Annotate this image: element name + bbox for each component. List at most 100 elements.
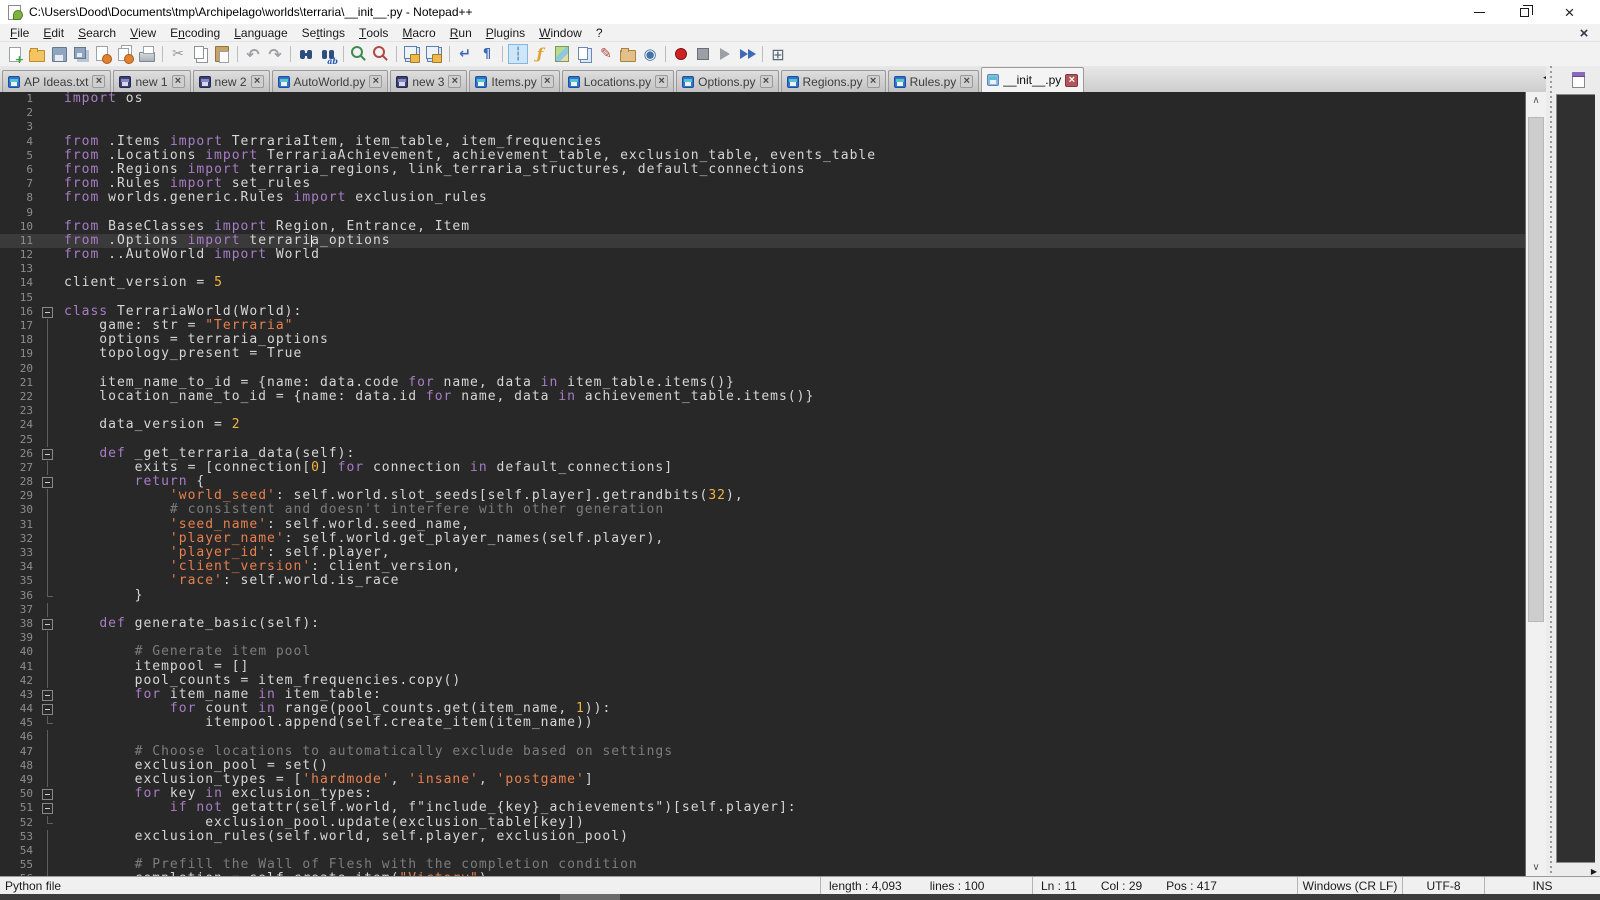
code-line-36[interactable]: 36 } (0, 589, 1525, 603)
code-line-26[interactable]: 26 def _get_terraria_data(self): (0, 447, 1525, 461)
tab-close-icon[interactable] (655, 75, 668, 88)
code-line-6[interactable]: 6from .Regions import terraria_regions, … (0, 163, 1525, 177)
find-icon[interactable] (296, 44, 316, 64)
minimize-button[interactable] (1457, 0, 1502, 24)
code-line-48[interactable]: 48 exclusion_pool = set() (0, 759, 1525, 773)
close-button[interactable] (1547, 0, 1592, 24)
tab-close-icon[interactable] (867, 75, 880, 88)
tab-locations-py[interactable]: Locations.py (562, 70, 674, 92)
code-line-44[interactable]: 44 for count in range(pool_counts.get(it… (0, 702, 1525, 716)
code-line-17[interactable]: 17 game: str = "Terraria" (0, 319, 1525, 333)
fold-marker-icon[interactable] (38, 617, 56, 631)
code-line-46[interactable]: 46 (0, 730, 1525, 744)
save-all-icon[interactable] (71, 44, 91, 64)
close-file-icon[interactable] (93, 44, 113, 64)
code-line-19[interactable]: 19 topology_present = True (0, 347, 1525, 361)
code-line-29[interactable]: 29 'world_seed': self.world.slot_seeds[s… (0, 489, 1525, 503)
scrollbar-thumb[interactable] (1528, 117, 1544, 622)
macro-stop-icon[interactable] (693, 44, 713, 64)
menu-item-tools[interactable]: Tools (352, 24, 395, 41)
tab-close-icon[interactable] (172, 75, 185, 88)
new-file-icon[interactable] (5, 44, 25, 64)
code-line-13[interactable]: 13 (0, 262, 1525, 276)
fold-marker-icon[interactable] (38, 702, 56, 716)
monitoring-icon[interactable] (640, 44, 660, 64)
fold-marker-icon[interactable] (38, 447, 56, 461)
tab-rules-py[interactable]: Rules.py (888, 70, 980, 92)
menu-item-settings[interactable]: Settings (295, 24, 352, 41)
scrollbar-track[interactable] (1526, 109, 1546, 859)
code-line-1[interactable]: 1import os (0, 92, 1525, 106)
show-indent-guide-icon[interactable] (508, 44, 528, 64)
tab-new-2[interactable]: new 2 (193, 70, 270, 92)
code-line-49[interactable]: 49 exclusion_types = ['hardmode', 'insan… (0, 773, 1525, 787)
code-line-32[interactable]: 32 'player_name': self.world.get_player_… (0, 532, 1525, 546)
undo-icon[interactable] (243, 44, 263, 64)
code-line-52[interactable]: 52 exclusion_pool.update(exclusion_table… (0, 816, 1525, 830)
code-line-38[interactable]: 38 def generate_basic(self): (0, 617, 1525, 631)
panel-splitter[interactable] (1546, 66, 1556, 876)
tab-close-icon[interactable] (251, 75, 264, 88)
tab-regions-py[interactable]: Regions.py (781, 70, 886, 92)
macro-record-icon[interactable] (671, 44, 691, 64)
code-line-7[interactable]: 7from .Rules import set_rules (0, 177, 1525, 191)
menu-item-help[interactable]: ? (589, 24, 610, 41)
code-line-12[interactable]: 12from ..AutoWorld import World (0, 248, 1525, 262)
fold-marker-icon[interactable] (38, 475, 56, 489)
menu-item-view[interactable]: View (123, 24, 163, 41)
tab-new-1[interactable]: new 1 (113, 70, 190, 92)
menu-item-search[interactable]: Search (71, 24, 123, 41)
document-map-body[interactable] (1556, 94, 1595, 863)
code-line-4[interactable]: 4from .Items import TerrariaItem, item_t… (0, 135, 1525, 149)
code-line-5[interactable]: 5from .Locations import TerrariaAchievem… (0, 149, 1525, 163)
close-all-icon[interactable] (115, 44, 135, 64)
code-line-20[interactable]: 20 (0, 362, 1525, 376)
menu-item-file[interactable]: File (3, 24, 36, 41)
code-line-3[interactable]: 3 (0, 120, 1525, 134)
zoom-in-icon[interactable] (349, 44, 369, 64)
tab-items-py[interactable]: Items.py (469, 70, 559, 92)
macro-run-multiple-icon[interactable] (737, 44, 757, 64)
tab-close-icon[interactable] (448, 75, 461, 88)
user-defined-language-icon[interactable] (596, 44, 616, 64)
tab-autoworld-py[interactable]: AutoWorld.py (272, 70, 389, 92)
scroll-down-icon[interactable] (1526, 859, 1546, 876)
code-line-33[interactable]: 33 'player_id': self.player, (0, 546, 1525, 560)
code-line-39[interactable]: 39 (0, 631, 1525, 645)
code-line-22[interactable]: 22 location_name_to_id = {name: data.id … (0, 390, 1525, 404)
save-icon[interactable] (49, 44, 69, 64)
editor[interactable]: 1import os 23 4from .Items import Terraria… (0, 92, 1525, 876)
menu-item-language[interactable]: Language (227, 24, 294, 41)
open-folder-icon[interactable] (27, 44, 47, 64)
code-line-21[interactable]: 21 item_name_to_id = {name: data.code fo… (0, 376, 1525, 390)
menu-item-run[interactable]: Run (443, 24, 479, 41)
code-line-25[interactable]: 25 (0, 433, 1525, 447)
replace-icon[interactable] (318, 44, 338, 64)
code-line-10[interactable]: 10from BaseClasses import Region, Entran… (0, 220, 1525, 234)
sync-scroll-vertical-icon[interactable] (402, 44, 422, 64)
code-line-55[interactable]: 55 # Prefill the Wall of Flesh with the … (0, 858, 1525, 872)
panel-scroll-right-icon[interactable] (1591, 861, 1597, 879)
code-line-45[interactable]: 45 itempool.append(self.create_item(item… (0, 716, 1525, 730)
code-line-31[interactable]: 31 'seed_name': self.world.seed_name, (0, 518, 1525, 532)
folder-as-workspace-icon[interactable] (618, 44, 638, 64)
code-line-23[interactable]: 23 (0, 404, 1525, 418)
code-line-37[interactable]: 37 (0, 603, 1525, 617)
doc-switcher-icon[interactable] (768, 44, 788, 64)
code-line-18[interactable]: 18 options = terraria_options (0, 333, 1525, 347)
tab-ap-ideas-txt[interactable]: AP Ideas.txt (2, 70, 111, 92)
close-document-icon[interactable] (1576, 25, 1592, 41)
document-map-icon[interactable] (552, 44, 572, 64)
code-line-53[interactable]: 53 exclusion_rules(self.world, self.play… (0, 830, 1525, 844)
code-line-8[interactable]: 8from worlds.generic.Rules import exclus… (0, 191, 1525, 205)
code-line-54[interactable]: 54 (0, 844, 1525, 858)
code-line-42[interactable]: 42 pool_counts = item_frequencies.copy() (0, 674, 1525, 688)
status-typing-mode[interactable]: INS (1484, 877, 1600, 894)
vertical-scrollbar[interactable] (1525, 92, 1546, 876)
code-line-16[interactable]: 16class TerrariaWorld(World): (0, 305, 1525, 319)
paste-icon[interactable] (212, 44, 232, 64)
code-line-34[interactable]: 34 'client_version': client_version, (0, 560, 1525, 574)
tab-new-3[interactable]: new 3 (390, 70, 467, 92)
word-wrap-icon[interactable] (455, 44, 475, 64)
menu-item-plugins[interactable]: Plugins (479, 24, 532, 41)
